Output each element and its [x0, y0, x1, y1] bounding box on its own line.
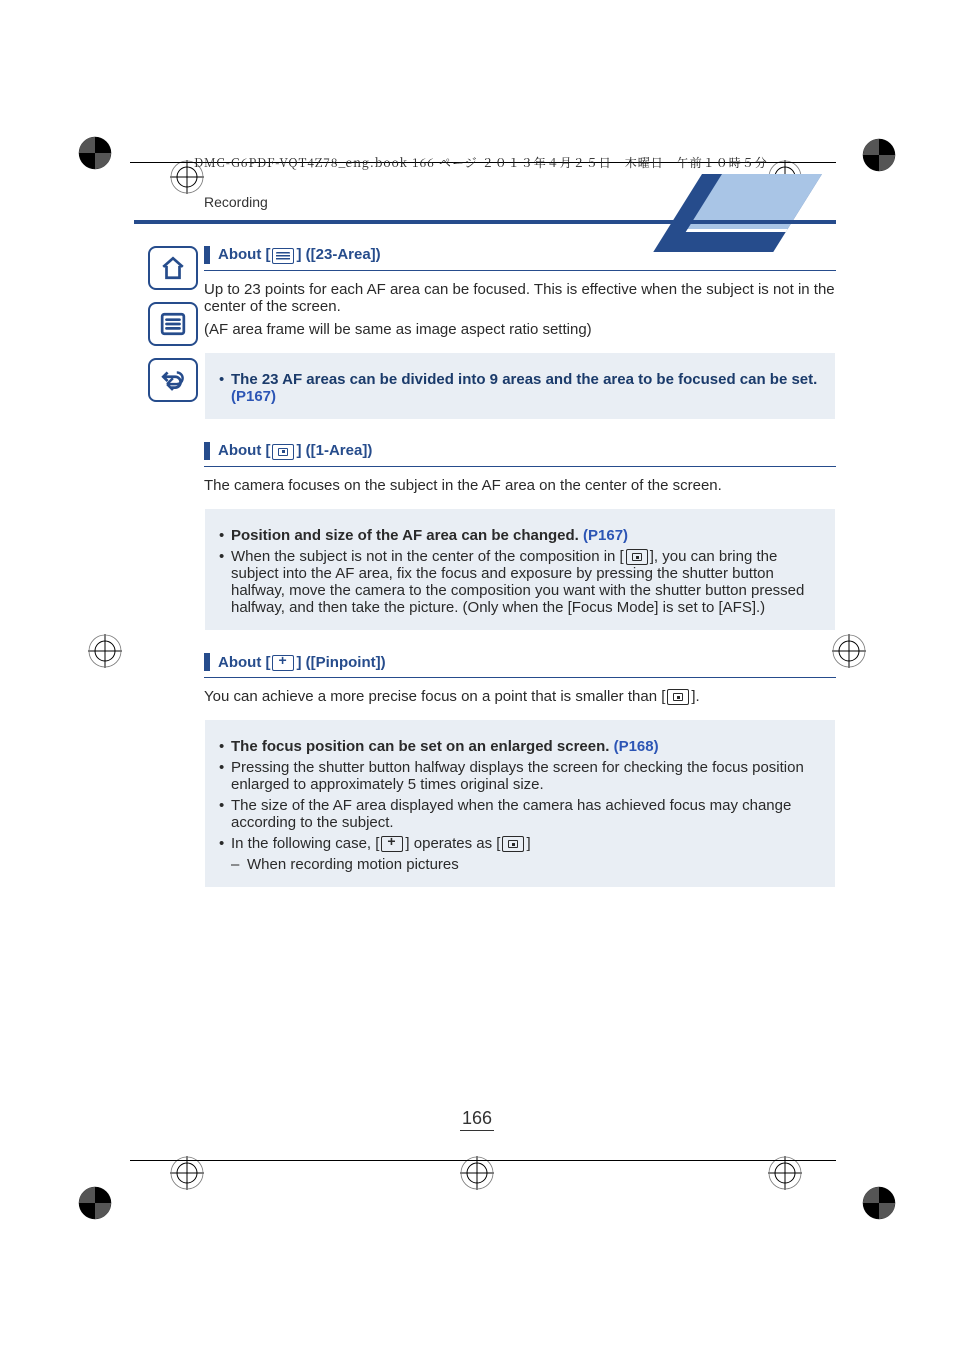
page-number: 166 — [0, 1108, 954, 1129]
heading-text: ] ([1-Area]) — [296, 442, 372, 459]
note-box: Position and size of the AF area can be … — [204, 508, 836, 631]
note-text: Pressing the shutter button halfway disp… — [219, 759, 821, 793]
af-1-area-icon — [667, 689, 689, 705]
about-23-area: About [ ] ([23-Area]) Up to 23 points for… — [204, 246, 836, 420]
af-1-area-icon — [626, 549, 648, 565]
af-1-area-icon — [502, 836, 524, 852]
registration-mark — [88, 634, 122, 668]
page-link[interactable]: (P167) — [231, 388, 276, 405]
manual-page: DMC-G6PDF-VQT4Z78_eng.book 166 ページ ２０１３年… — [0, 0, 954, 1348]
note-text: The focus position can be set on an enla… — [231, 738, 614, 755]
page-link[interactable]: (P167) — [583, 527, 628, 544]
af-1-area-icon — [272, 444, 294, 460]
body-text: The camera focuses on the subject in the… — [204, 477, 836, 494]
source-file-header: DMC-G6PDF-VQT4Z78_eng.book 166 ページ ２０１３年… — [194, 154, 768, 171]
af-23-area-icon — [272, 248, 294, 264]
registration-mark — [78, 1186, 112, 1220]
body-text: Up to 23 points for each AF area can be … — [204, 281, 836, 315]
registration-mark — [862, 1186, 896, 1220]
crop-line-bottom — [130, 1160, 836, 1161]
about-pinpoint: About [ ] ([Pinpoint]) You can achieve a … — [204, 653, 836, 888]
title-marker — [204, 442, 210, 460]
note-text: When the subject is not in the center of… — [231, 548, 624, 565]
note-text: ] — [526, 835, 530, 852]
note-text: The size of the AF area displayed when t… — [219, 797, 821, 831]
registration-mark — [78, 136, 112, 170]
registration-mark — [832, 634, 866, 668]
note-box: The focus position can be set on an enla… — [204, 719, 836, 888]
registration-mark — [170, 1156, 204, 1190]
heading-text: ] ([Pinpoint]) — [296, 654, 385, 671]
note-text: ] operates as [ — [405, 835, 500, 852]
section-divider — [134, 220, 836, 224]
about-1-area: About [ ] ([1-Area]) The camera focuses o… — [204, 442, 836, 631]
registration-mark — [768, 1156, 802, 1190]
registration-mark — [460, 1156, 494, 1190]
body-text: (AF area frame will be same as image asp… — [204, 321, 836, 338]
section-title: Recording — [204, 194, 836, 210]
af-pinpoint-icon — [381, 836, 403, 852]
title-marker — [204, 653, 210, 671]
body-text: You can achieve a more precise focus on … — [204, 688, 836, 705]
registration-mark — [862, 138, 896, 172]
note-box: The 23 AF areas can be divided into 9 ar… — [204, 352, 836, 420]
heading-text: About [ — [218, 654, 270, 671]
page-link[interactable]: (P168) — [614, 738, 659, 755]
heading-text: About [ — [218, 442, 270, 459]
note-text: Position and size of the AF area can be … — [231, 527, 583, 544]
note-text: In the following case, [ — [231, 835, 379, 852]
note-text: The 23 AF areas can be divided into 9 ar… — [231, 371, 817, 388]
heading-text: ] ([23-Area]) — [296, 246, 380, 263]
note-text: When recording motion pictures — [231, 856, 821, 873]
title-marker — [204, 246, 210, 264]
af-pinpoint-icon — [272, 655, 294, 671]
heading-text: About [ — [218, 246, 270, 263]
